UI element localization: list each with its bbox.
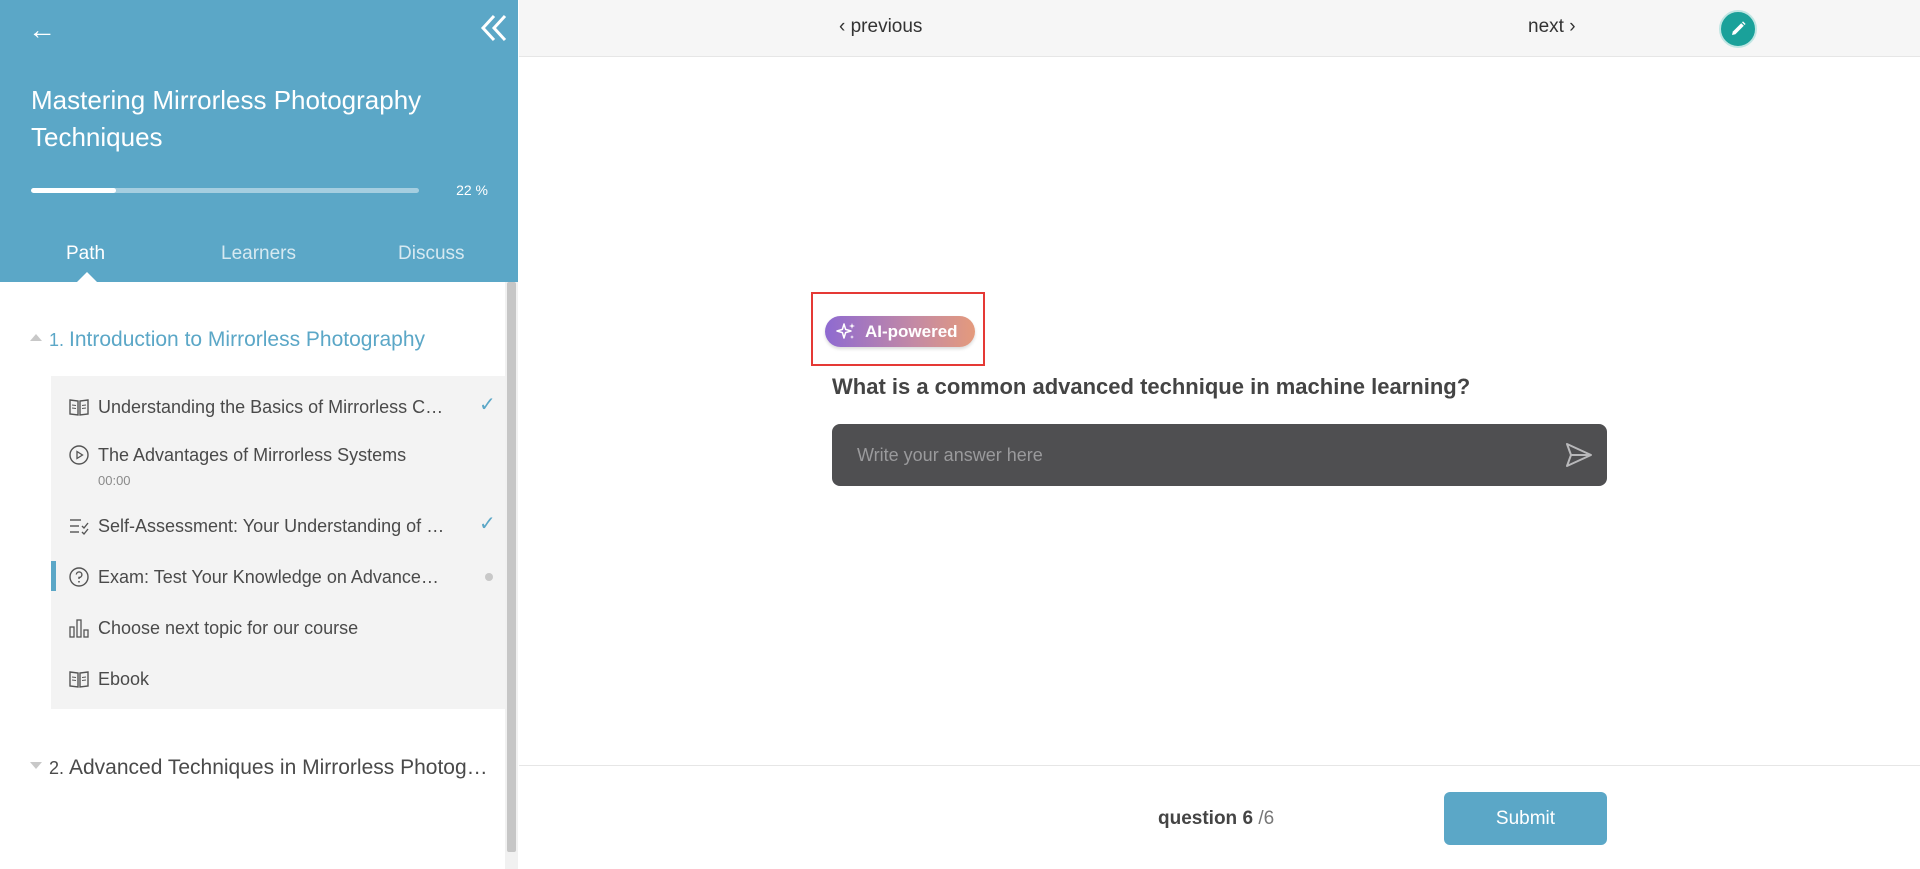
send-icon[interactable] — [1564, 440, 1594, 470]
current-lesson-indicator — [51, 561, 56, 591]
course-progress-percent: 22 % — [456, 182, 488, 198]
section-introduction[interactable]: 1. Introduction to Mirrorless Photograph… — [0, 320, 505, 360]
course-title: Mastering Mirrorless Photography Techniq… — [31, 85, 422, 152]
bar-chart-icon — [69, 619, 89, 638]
lesson-item-self-assessment[interactable]: Self-Assessment: Your Understanding of M… — [51, 502, 505, 548]
section-title: Advanced Techniques in Mirrorless Photog… — [69, 756, 489, 779]
collapse-caret-icon — [30, 334, 42, 341]
lesson-item-advantages[interactable]: The Advantages of Mirrorless Systems 00:… — [51, 431, 505, 491]
play-circle-icon — [69, 445, 89, 465]
scrollbar-thumb[interactable] — [507, 282, 516, 852]
sidebar: ← Mastering Mirrorless Photography Techn… — [0, 0, 518, 869]
left-arrow-icon[interactable]: ← — [28, 14, 56, 46]
ai-powered-badge: AI-powered — [825, 316, 975, 347]
sidebar-scrollbar[interactable] — [505, 282, 518, 869]
badge-label: AI-powered — [865, 322, 958, 341]
section-title: Introduction to Mirrorless Photography — [69, 328, 426, 351]
book-icon — [69, 671, 89, 688]
edit-button[interactable] — [1719, 10, 1757, 48]
course-progress-fill — [31, 188, 117, 193]
completed-check-icon: ✓ — [479, 513, 496, 535]
completed-check-icon: ✓ — [479, 394, 496, 416]
tab-path[interactable]: Path — [66, 238, 105, 270]
lesson-title: Ebook — [98, 669, 150, 689]
lesson-title: Exam: Test Your Knowledge on Advanced Te… — [98, 567, 448, 587]
section-advanced-techniques[interactable]: 2. Advanced Techniques in Mirrorless Pho… — [0, 748, 505, 788]
tab-discuss[interactable]: Discuss — [398, 238, 465, 270]
sparkles-icon — [836, 323, 855, 339]
previous-button[interactable]: ‹ previous — [839, 14, 922, 40]
next-button[interactable]: next › — [1528, 14, 1576, 40]
course-header: ← Mastering Mirrorless Photography Techn… — [0, 0, 518, 282]
lesson-item-poll[interactable]: Choose next topic for our course — [51, 604, 505, 650]
content-navigation: ‹ previous next › — [519, 0, 1920, 57]
question-text: What is a common advanced technique in m… — [832, 374, 1471, 399]
course-progress-bar — [31, 188, 419, 193]
book-icon — [69, 399, 89, 416]
submit-button[interactable]: Submit — [1444, 792, 1607, 845]
question-counter: question 6 /6 — [1158, 806, 1274, 832]
pencil-icon — [1732, 21, 1746, 35]
question-total: /6 — [1258, 808, 1275, 829]
expand-caret-icon — [30, 762, 42, 769]
status-dot-icon — [485, 573, 493, 581]
question-word: question — [1158, 808, 1238, 829]
section-number: 2. — [49, 758, 65, 778]
lesson-title: Understanding the Basics of Mirrorless C… — [98, 397, 448, 417]
section-number: 1. — [49, 330, 65, 350]
answer-input[interactable] — [857, 436, 1537, 474]
lesson-title: Self-Assessment: Your Understanding of M… — [98, 516, 448, 536]
lesson-list: Understanding the Basics of Mirrorless C… — [51, 376, 505, 709]
lesson-title: Choose next topic for our course — [98, 618, 359, 638]
double-chevron-left-icon[interactable] — [480, 12, 508, 44]
lesson-item-exam[interactable]: Exam: Test Your Knowledge on Advanced Te… — [51, 553, 505, 599]
lesson-item-basics[interactable]: Understanding the Basics of Mirrorless C… — [51, 383, 505, 429]
question-current: 6 — [1242, 808, 1254, 829]
lesson-title: The Advantages of Mirrorless Systems — [98, 445, 407, 465]
answer-field[interactable] — [832, 424, 1607, 486]
tab-learners[interactable]: Learners — [221, 238, 296, 270]
active-tab-indicator — [77, 272, 97, 282]
question-circle-icon — [69, 567, 89, 587]
lesson-duration: 00:00 — [98, 473, 131, 488]
question-footer: question 6 /6 Submit — [519, 765, 1920, 869]
checklist-icon — [70, 519, 89, 536]
lesson-item-ebook[interactable]: Ebook — [51, 655, 505, 701]
